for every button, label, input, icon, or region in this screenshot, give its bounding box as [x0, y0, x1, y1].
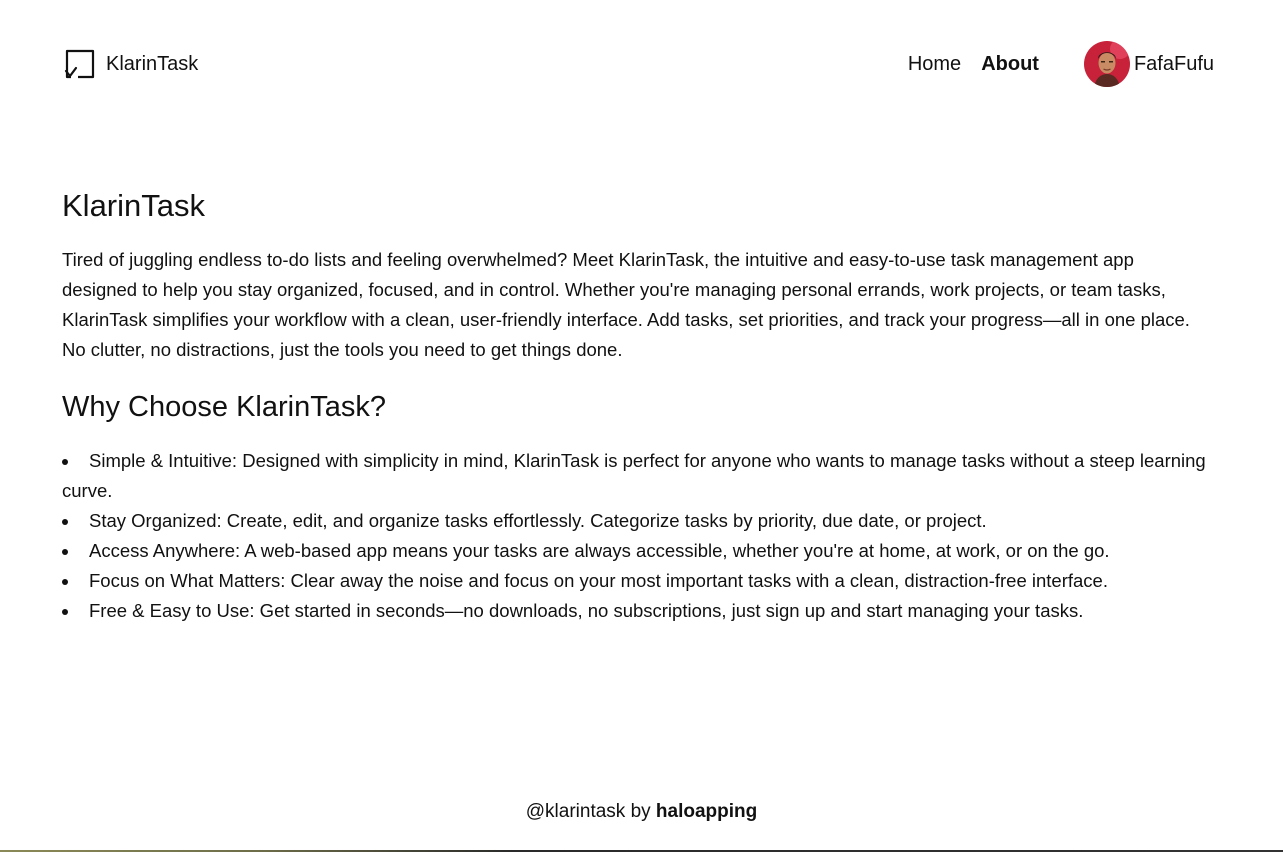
why-choose-heading: Why Choose KlarinTask?	[62, 391, 386, 423]
page-footer: @klarintask by haloapping	[0, 798, 1283, 826]
intro-paragraph: Tired of juggling endless to-do lists an…	[62, 249, 1190, 360]
page-title: KlarinTask	[62, 188, 205, 223]
feature-item: Focus on What Matters: Clear away the no…	[62, 566, 1212, 596]
feature-item: Free & Easy to Use: Get started in secon…	[62, 596, 1212, 626]
about-content: KlarinTask Tired of juggling endless to-…	[62, 184, 1212, 626]
nav-link-home[interactable]: Home	[908, 53, 961, 76]
main-nav: Home About FafaFufu	[908, 41, 1214, 87]
user-menu[interactable]: FafaFufu	[1083, 41, 1214, 87]
footer-author-link[interactable]: haloapping	[656, 801, 757, 822]
feature-item: Access Anywhere: A web-based app means y…	[62, 536, 1212, 566]
feature-item: Stay Organized: Create, edit, and organi…	[62, 506, 1212, 536]
feature-list: Simple & Intuitive: Designed with simpli…	[62, 446, 1212, 626]
brand-name: KlarinTask	[106, 52, 199, 75]
footer-handle: @klarintask by	[525, 801, 651, 822]
user-name: FafaFufu	[1133, 52, 1214, 75]
nav-link-about[interactable]: About	[981, 53, 1039, 76]
about-page: KlarinTask Home About FafaFufu KlarinTas…	[0, 0, 1283, 852]
brand-logo-link[interactable]: KlarinTask	[62, 47, 198, 81]
top-navbar: KlarinTask Home About FafaFufu	[62, 40, 1214, 88]
checkbox-task-icon	[64, 49, 95, 79]
user-avatar	[1083, 41, 1130, 87]
feature-item: Simple & Intuitive: Designed with simpli…	[62, 446, 1212, 506]
